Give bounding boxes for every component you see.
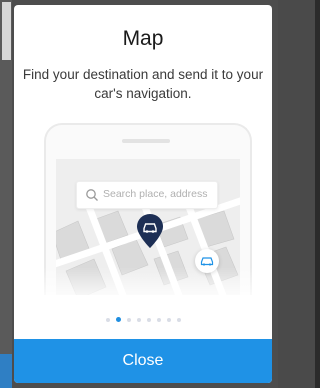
- page-dot[interactable]: [156, 318, 161, 322]
- search-placeholder: Search place, address: [103, 188, 208, 200]
- page-dot[interactable]: [166, 318, 171, 322]
- phone-speaker: [122, 139, 170, 143]
- page-dot[interactable]: [136, 318, 141, 322]
- page-dot[interactable]: [105, 318, 110, 322]
- close-button[interactable]: Close: [14, 339, 272, 383]
- illustration-fade: [14, 267, 272, 303]
- page-dot-active[interactable]: [115, 317, 121, 322]
- page-dot[interactable]: [146, 318, 151, 322]
- search-icon: [86, 189, 98, 201]
- feature-intro-modal: Map Find your destination and send it to…: [14, 5, 272, 383]
- background-panel: [2, 2, 11, 60]
- background-button-edge: [0, 354, 12, 388]
- page-dot[interactable]: [126, 318, 131, 322]
- background-app-edge: [0, 0, 12, 388]
- page-indicator: [14, 317, 272, 322]
- car-icon: [200, 257, 214, 266]
- search-input: Search place, address: [76, 181, 218, 209]
- page-dot[interactable]: [176, 318, 181, 322]
- modal-title: Map: [122, 27, 164, 50]
- background-app-edge-right: [315, 0, 320, 388]
- car-pin-icon: [137, 214, 163, 248]
- modal-description: Find your destination and send it to you…: [22, 67, 264, 101]
